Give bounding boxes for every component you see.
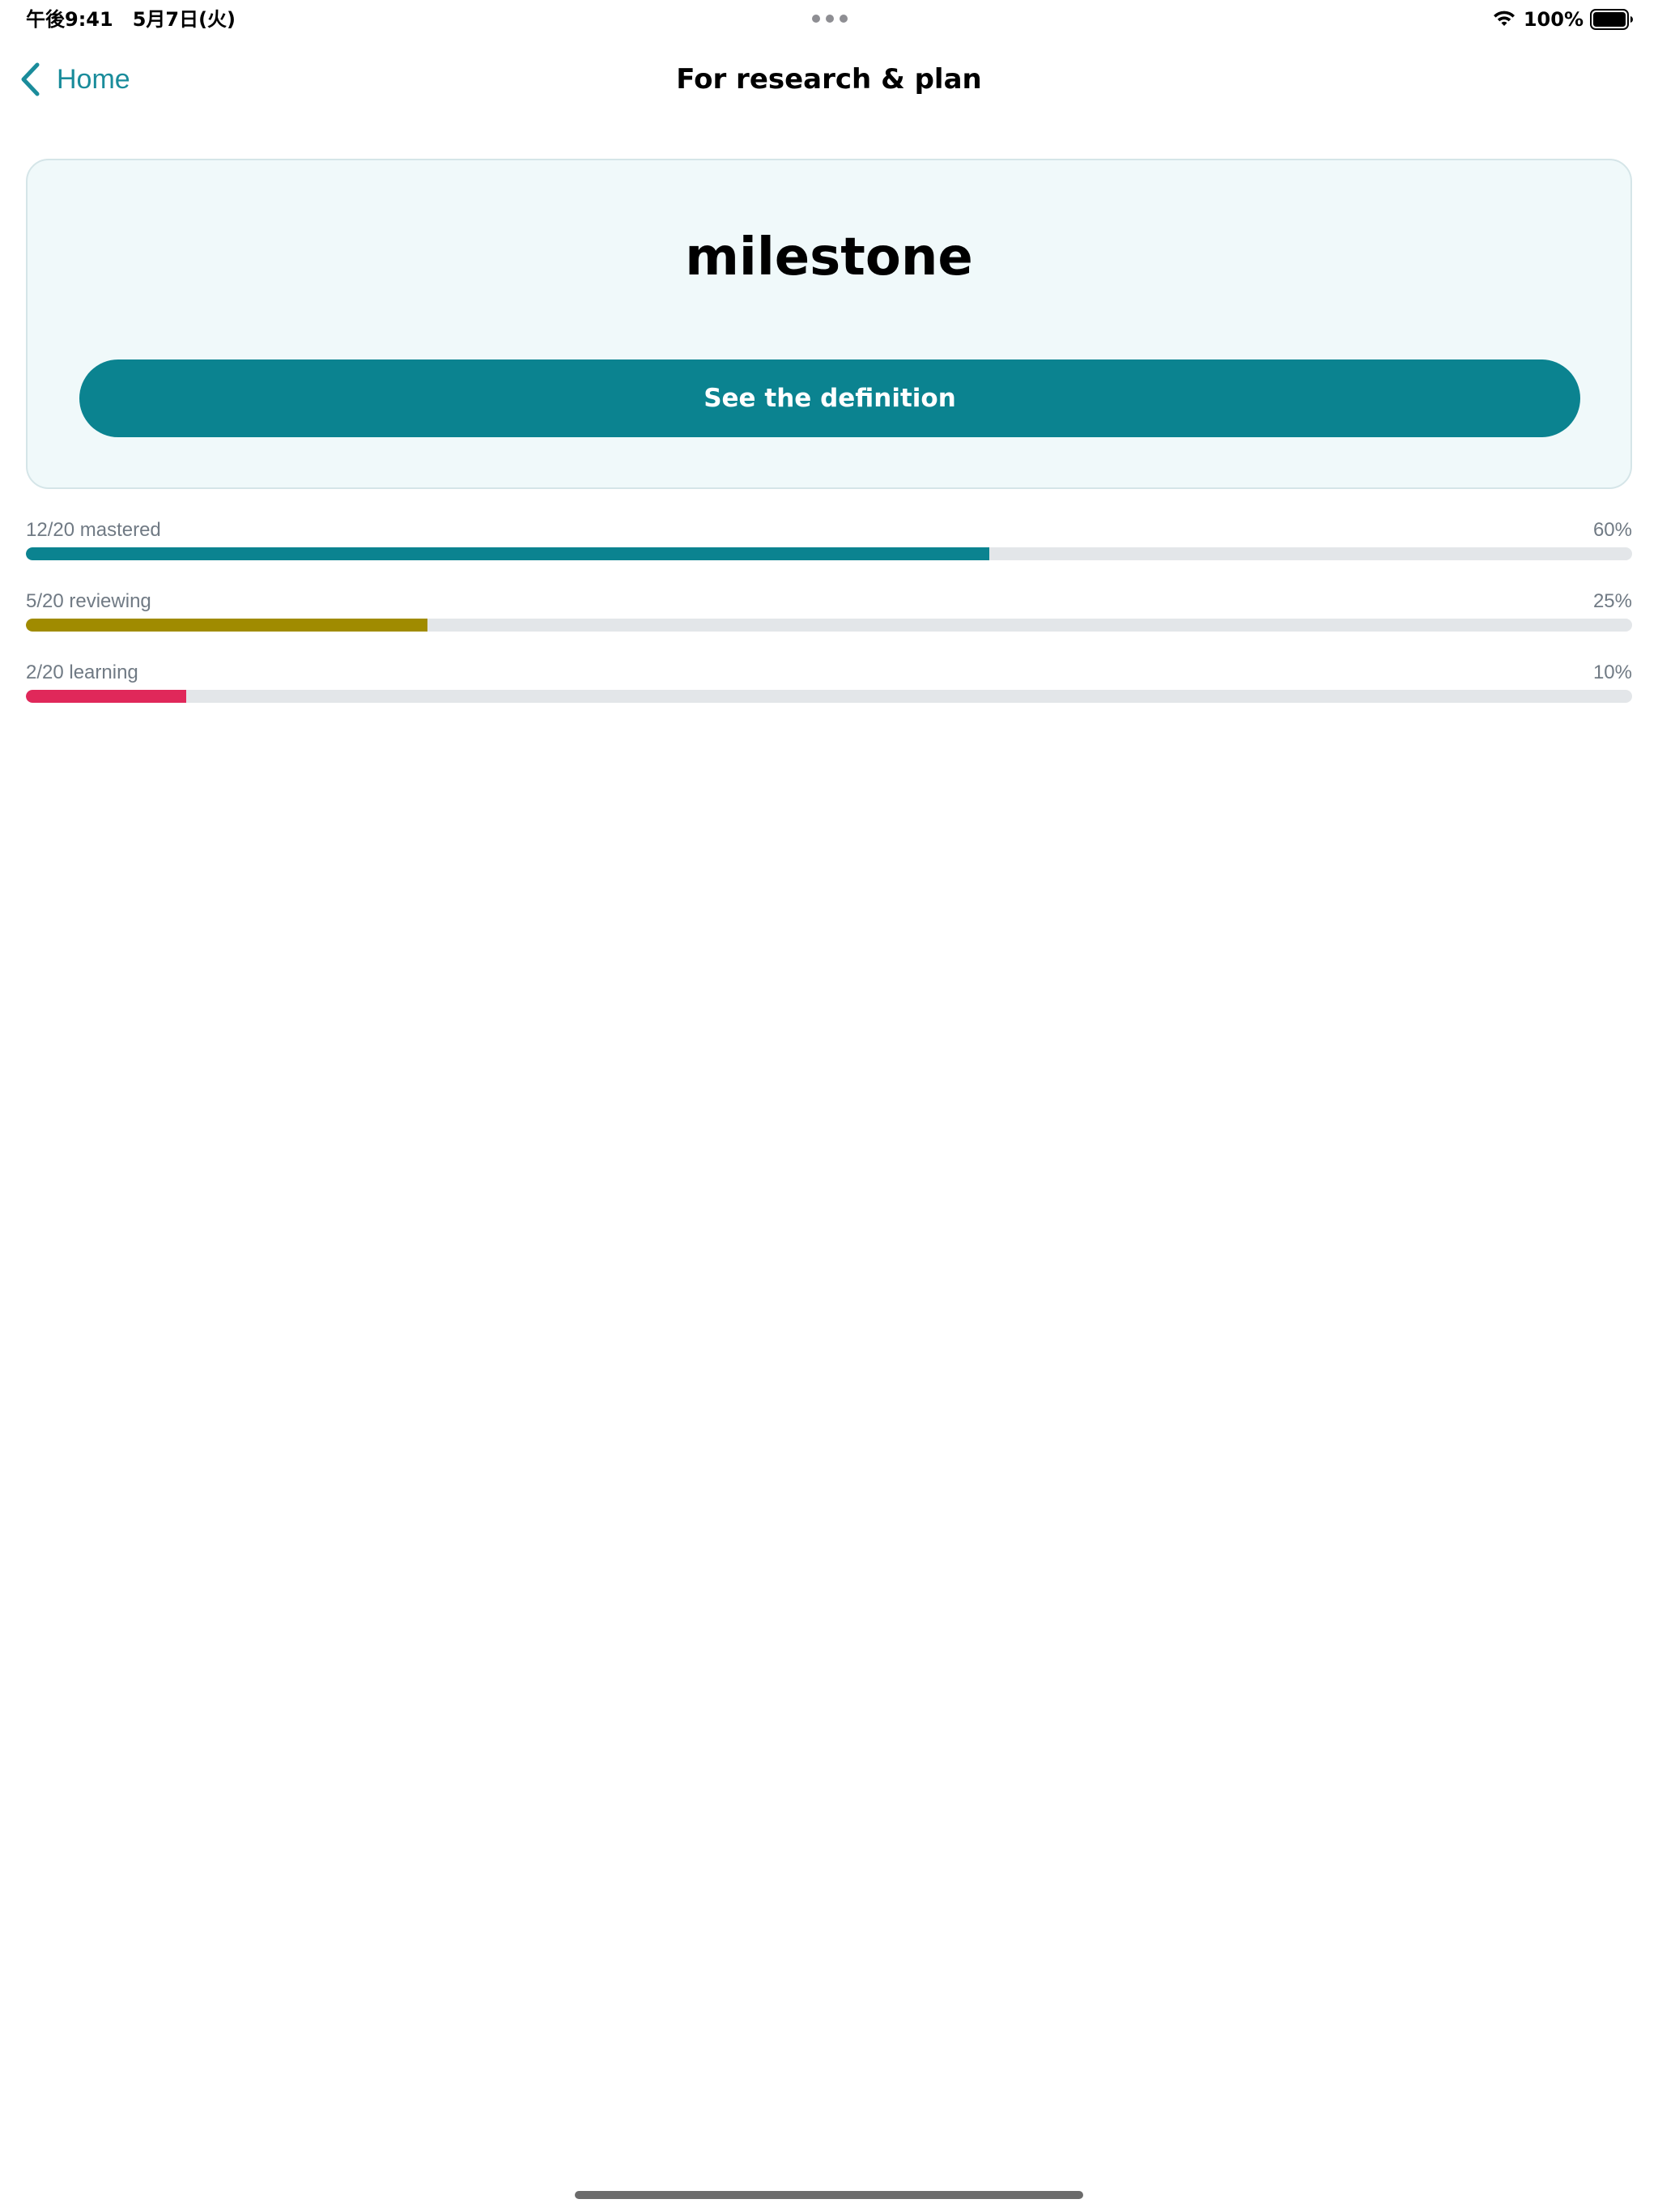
flashcard: milestone See the definition bbox=[26, 159, 1632, 489]
progress-percent: 10% bbox=[1592, 661, 1632, 683]
home-indicator[interactable] bbox=[575, 2191, 1083, 2199]
progress-fill-mastered bbox=[26, 547, 990, 560]
progress-track bbox=[26, 547, 1632, 560]
chevron-left-icon bbox=[21, 62, 40, 96]
progress-fill-reviewing bbox=[26, 619, 427, 632]
battery-percent: 100% bbox=[1523, 8, 1584, 31]
status-time: 午後9:41 5月7日(火) bbox=[26, 8, 236, 31]
dot bbox=[812, 15, 820, 23]
see-definition-button[interactable]: See the definition bbox=[79, 359, 1580, 437]
page-title: For research & plan bbox=[676, 63, 982, 96]
progress-track bbox=[26, 690, 1632, 703]
progress-track bbox=[26, 619, 1632, 632]
screen: 午後9:41 5月7日(火) 100% For research & plan … bbox=[0, 0, 1658, 2212]
progress-percent: 25% bbox=[1592, 590, 1632, 612]
progress-fill-learning bbox=[26, 690, 187, 703]
status-indicators: 100% bbox=[1491, 6, 1634, 32]
dot bbox=[840, 15, 848, 23]
back-button[interactable]: Home bbox=[19, 58, 130, 100]
progress-label: 5/20 reviewing bbox=[26, 590, 151, 612]
battery-icon bbox=[1590, 9, 1633, 30]
progress-row-mastered: 12/20 mastered 60% bbox=[26, 518, 1632, 562]
progress-percent: 60% bbox=[1592, 519, 1632, 541]
flashcard-word: milestone bbox=[685, 228, 973, 287]
progress-label: 12/20 mastered bbox=[26, 519, 161, 541]
multitasking-dots-icon[interactable] bbox=[812, 15, 848, 23]
progress-row-learning: 2/20 learning 10% bbox=[26, 661, 1632, 704]
dot bbox=[826, 15, 834, 23]
progress-label: 2/20 learning bbox=[26, 661, 138, 683]
progress-row-reviewing: 5/20 reviewing 25% bbox=[26, 589, 1632, 633]
wifi-icon bbox=[1493, 11, 1515, 26]
back-label: Home bbox=[57, 64, 130, 95]
